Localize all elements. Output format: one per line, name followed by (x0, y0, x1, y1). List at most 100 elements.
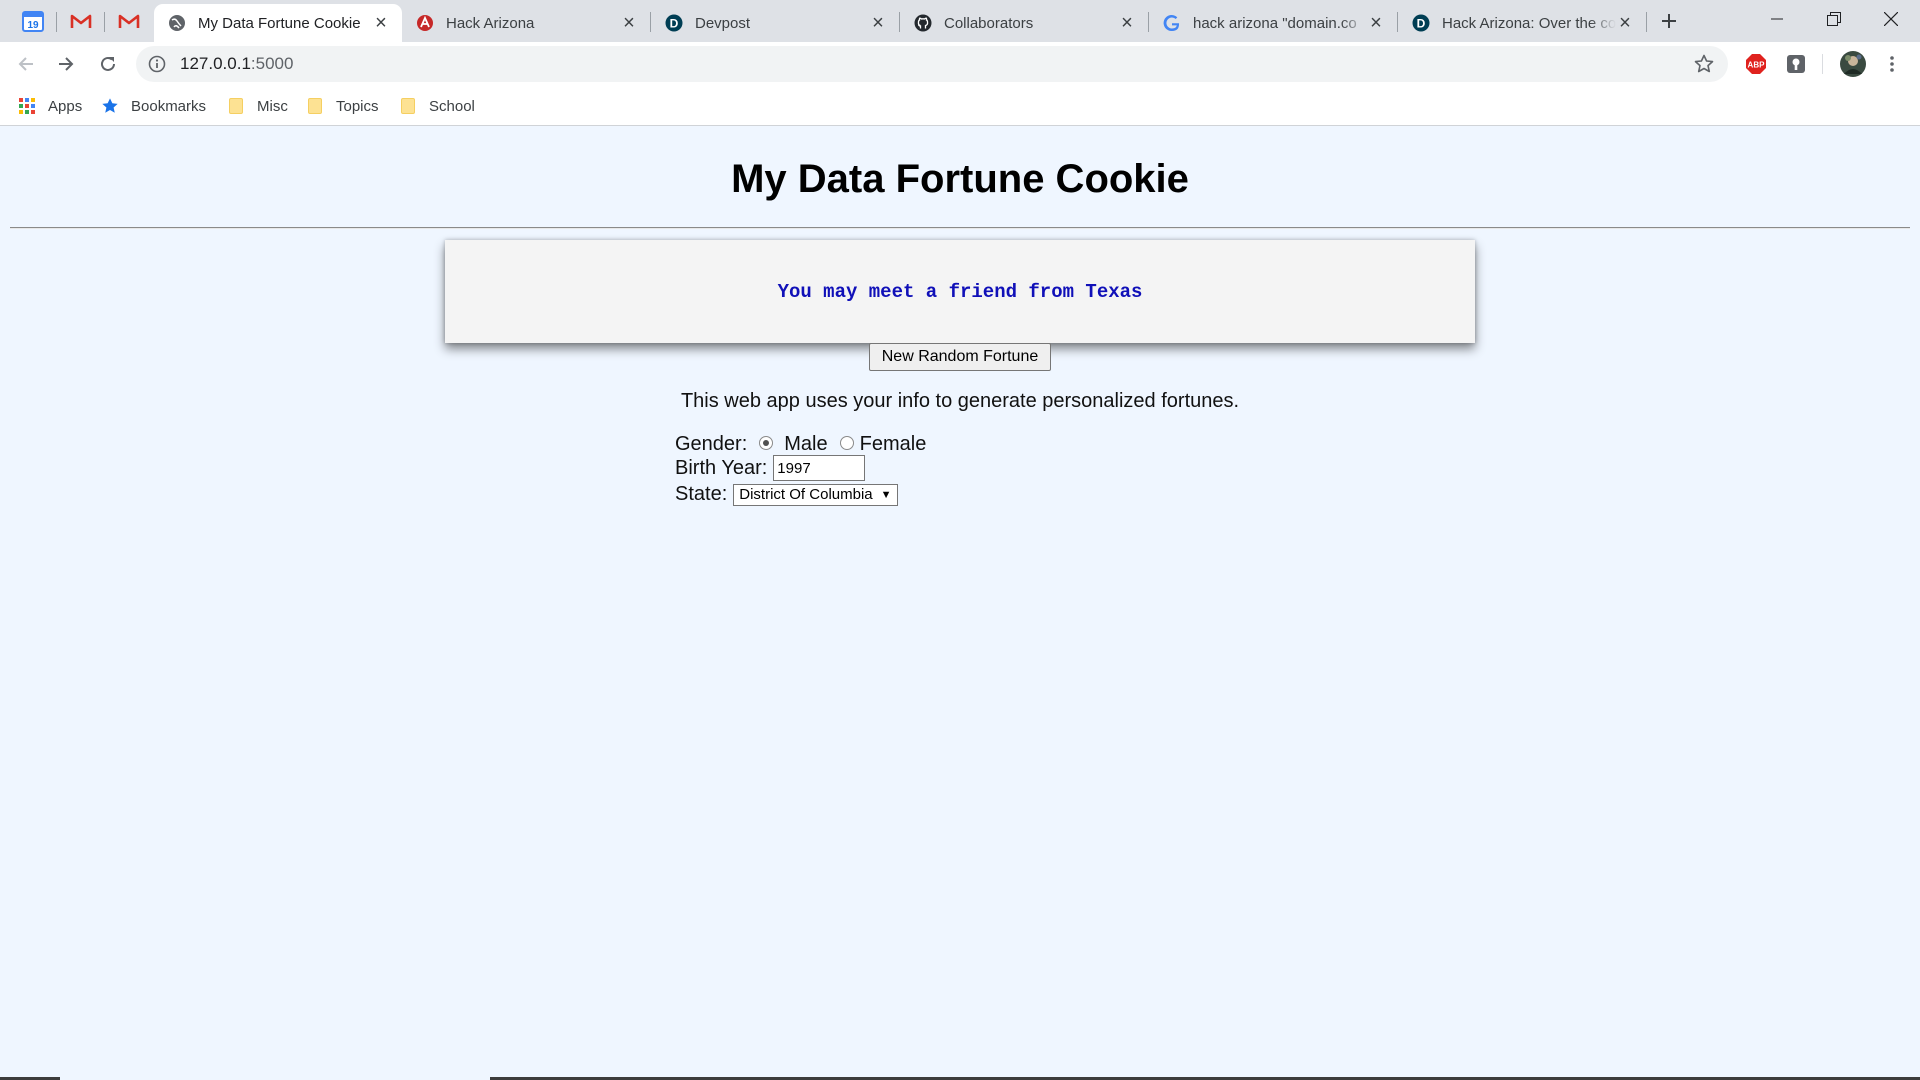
state-row: State: District Of Columbia ▼ (675, 483, 898, 506)
tab-separator (56, 12, 57, 32)
browser-menu-button[interactable] (1880, 52, 1904, 76)
close-tab-icon[interactable]: × (1118, 13, 1136, 33)
close-tab-icon[interactable]: × (1616, 13, 1634, 33)
pinned-tab-gmail-2[interactable] (106, 0, 152, 42)
gender-male-label[interactable]: Male (784, 433, 827, 456)
tab-title: Hack Arizona (446, 14, 535, 32)
reload-icon (101, 56, 115, 71)
tab-devpost[interactable]: D Devpost × (651, 4, 899, 42)
restore-icon (1827, 12, 1841, 26)
close-tab-icon[interactable]: × (869, 13, 887, 33)
adblock-icon: ABP (1746, 54, 1766, 74)
info-icon[interactable] (148, 55, 166, 73)
birth-year-row: Birth Year: 1997 (675, 455, 866, 481)
bookmark-folder-misc[interactable]: Misc (227, 95, 288, 117)
svg-text:D: D (1417, 17, 1426, 31)
fortune-text: You may meet a friend from Texas (777, 280, 1143, 303)
pinned-tab-gmail[interactable] (58, 0, 104, 42)
close-tab-icon[interactable]: × (372, 13, 390, 33)
github-icon (914, 14, 932, 32)
tab-title: My Data Fortune Cookie (198, 14, 361, 32)
tab-google-search[interactable]: hack arizona "domain.co × (1149, 4, 1397, 42)
bookmark-folder-topics[interactable]: Topics (306, 95, 379, 117)
tab-my-data-fortune-cookie[interactable]: My Data Fortune Cookie × (154, 4, 402, 42)
svg-text:19: 19 (27, 20, 39, 31)
bookmark-label: Bookmarks (131, 97, 207, 115)
back-arrow-icon (18, 57, 33, 71)
gender-female-label[interactable]: Female (860, 433, 927, 456)
url-text: 127.0.0.1:5000 (180, 54, 294, 73)
tab-separator (104, 12, 105, 32)
reload-button[interactable] (92, 48, 124, 80)
close-tab-icon[interactable]: × (1367, 13, 1385, 33)
gender-row: Gender: Male Female (675, 433, 926, 456)
tab-title: hack arizona "domain.co (1193, 14, 1357, 32)
star-icon (101, 97, 119, 115)
tab-collaborators[interactable]: Collaborators × (900, 4, 1148, 42)
state-select-value: District Of Columbia (739, 486, 873, 503)
tab-hack-arizona[interactable]: Hack Arizona × (402, 4, 650, 42)
minimize-button[interactable] (1748, 0, 1806, 38)
page-content: My Data Fortune Cookie You may meet a fr… (0, 127, 1920, 1080)
new-random-fortune-button[interactable]: New Random Fortune (869, 343, 1051, 371)
gmail-icon (118, 14, 140, 28)
page-title: My Data Fortune Cookie (731, 157, 1189, 201)
plus-icon (1662, 14, 1676, 28)
folder-icon (399, 97, 417, 115)
state-label: State: (675, 483, 728, 505)
gender-female-radio[interactable] (839, 436, 854, 450)
tab-title: Collaborators (944, 14, 1034, 32)
calendar-icon: 19 (22, 11, 44, 32)
globe-icon (168, 14, 186, 32)
browser-toolbar: 127.0.0.1:5000 ABP (0, 42, 1920, 86)
forward-button[interactable] (50, 48, 82, 80)
dropdown-arrow-icon: ▼ (880, 488, 892, 501)
privacy-extension-icon (1787, 55, 1805, 73)
folder-icon (227, 97, 245, 115)
state-select[interactable]: District Of Columbia ▼ (733, 483, 898, 506)
tab-separator (1646, 12, 1647, 32)
new-tab-button[interactable] (1654, 6, 1684, 36)
menu-icon (1890, 56, 1894, 72)
hack-arizona-icon (416, 14, 434, 32)
privacy-extension[interactable] (1784, 52, 1808, 76)
svg-text:ABP: ABP (1748, 61, 1766, 70)
bookmark-folder-school[interactable]: School (399, 95, 475, 117)
birth-year-input[interactable]: 1997 (773, 455, 866, 481)
birth-year-label: Birth Year: (675, 456, 768, 479)
bookmark-apps[interactable]: Apps (18, 95, 82, 117)
close-icon (1884, 12, 1898, 26)
gender-label: Gender: (675, 433, 748, 455)
back-button[interactable] (10, 48, 42, 80)
bookmark-label: Topics (336, 97, 379, 115)
bookmark-star-icon[interactable] (1694, 54, 1714, 74)
toolbar-divider (1822, 54, 1823, 74)
close-window-button[interactable] (1862, 0, 1920, 38)
folder-icon (306, 97, 324, 115)
restore-button[interactable] (1805, 0, 1863, 38)
close-tab-icon[interactable]: × (620, 13, 638, 33)
tab-hack-arizona-devpost[interactable]: D Hack Arizona: Over the co × (1398, 4, 1646, 42)
bookmarks-bar: Apps Bookmarks Misc Topics School (0, 86, 1920, 126)
address-bar[interactable]: 127.0.0.1:5000 (136, 46, 1728, 82)
gmail-icon (70, 14, 92, 28)
apps-grid-icon (18, 97, 36, 115)
tab-title: Devpost (695, 14, 751, 32)
intro-text: This web app uses your info to generate … (680, 390, 1240, 412)
bookmark-label: Apps (48, 97, 83, 115)
minimize-icon (1771, 18, 1783, 20)
pinned-tab-calendar[interactable]: 19 (10, 0, 56, 42)
svg-text:D: D (670, 17, 679, 31)
bookmark-bookmarks[interactable]: Bookmarks (101, 95, 206, 117)
tab-title: Hack Arizona: Over the co (1442, 14, 1616, 32)
profile-avatar[interactable] (1838, 49, 1868, 79)
adblock-extension[interactable]: ABP (1744, 52, 1768, 76)
devpost-icon: D (1412, 14, 1430, 32)
gender-male-radio[interactable] (759, 436, 774, 450)
horizontal-rule (10, 227, 1910, 229)
bookmark-label: School (429, 97, 475, 115)
bookmark-label: Misc (257, 97, 288, 115)
profile-avatar-icon (1840, 51, 1866, 77)
devpost-icon: D (665, 14, 683, 32)
fortune-box: You may meet a friend from Texas (445, 240, 1475, 343)
